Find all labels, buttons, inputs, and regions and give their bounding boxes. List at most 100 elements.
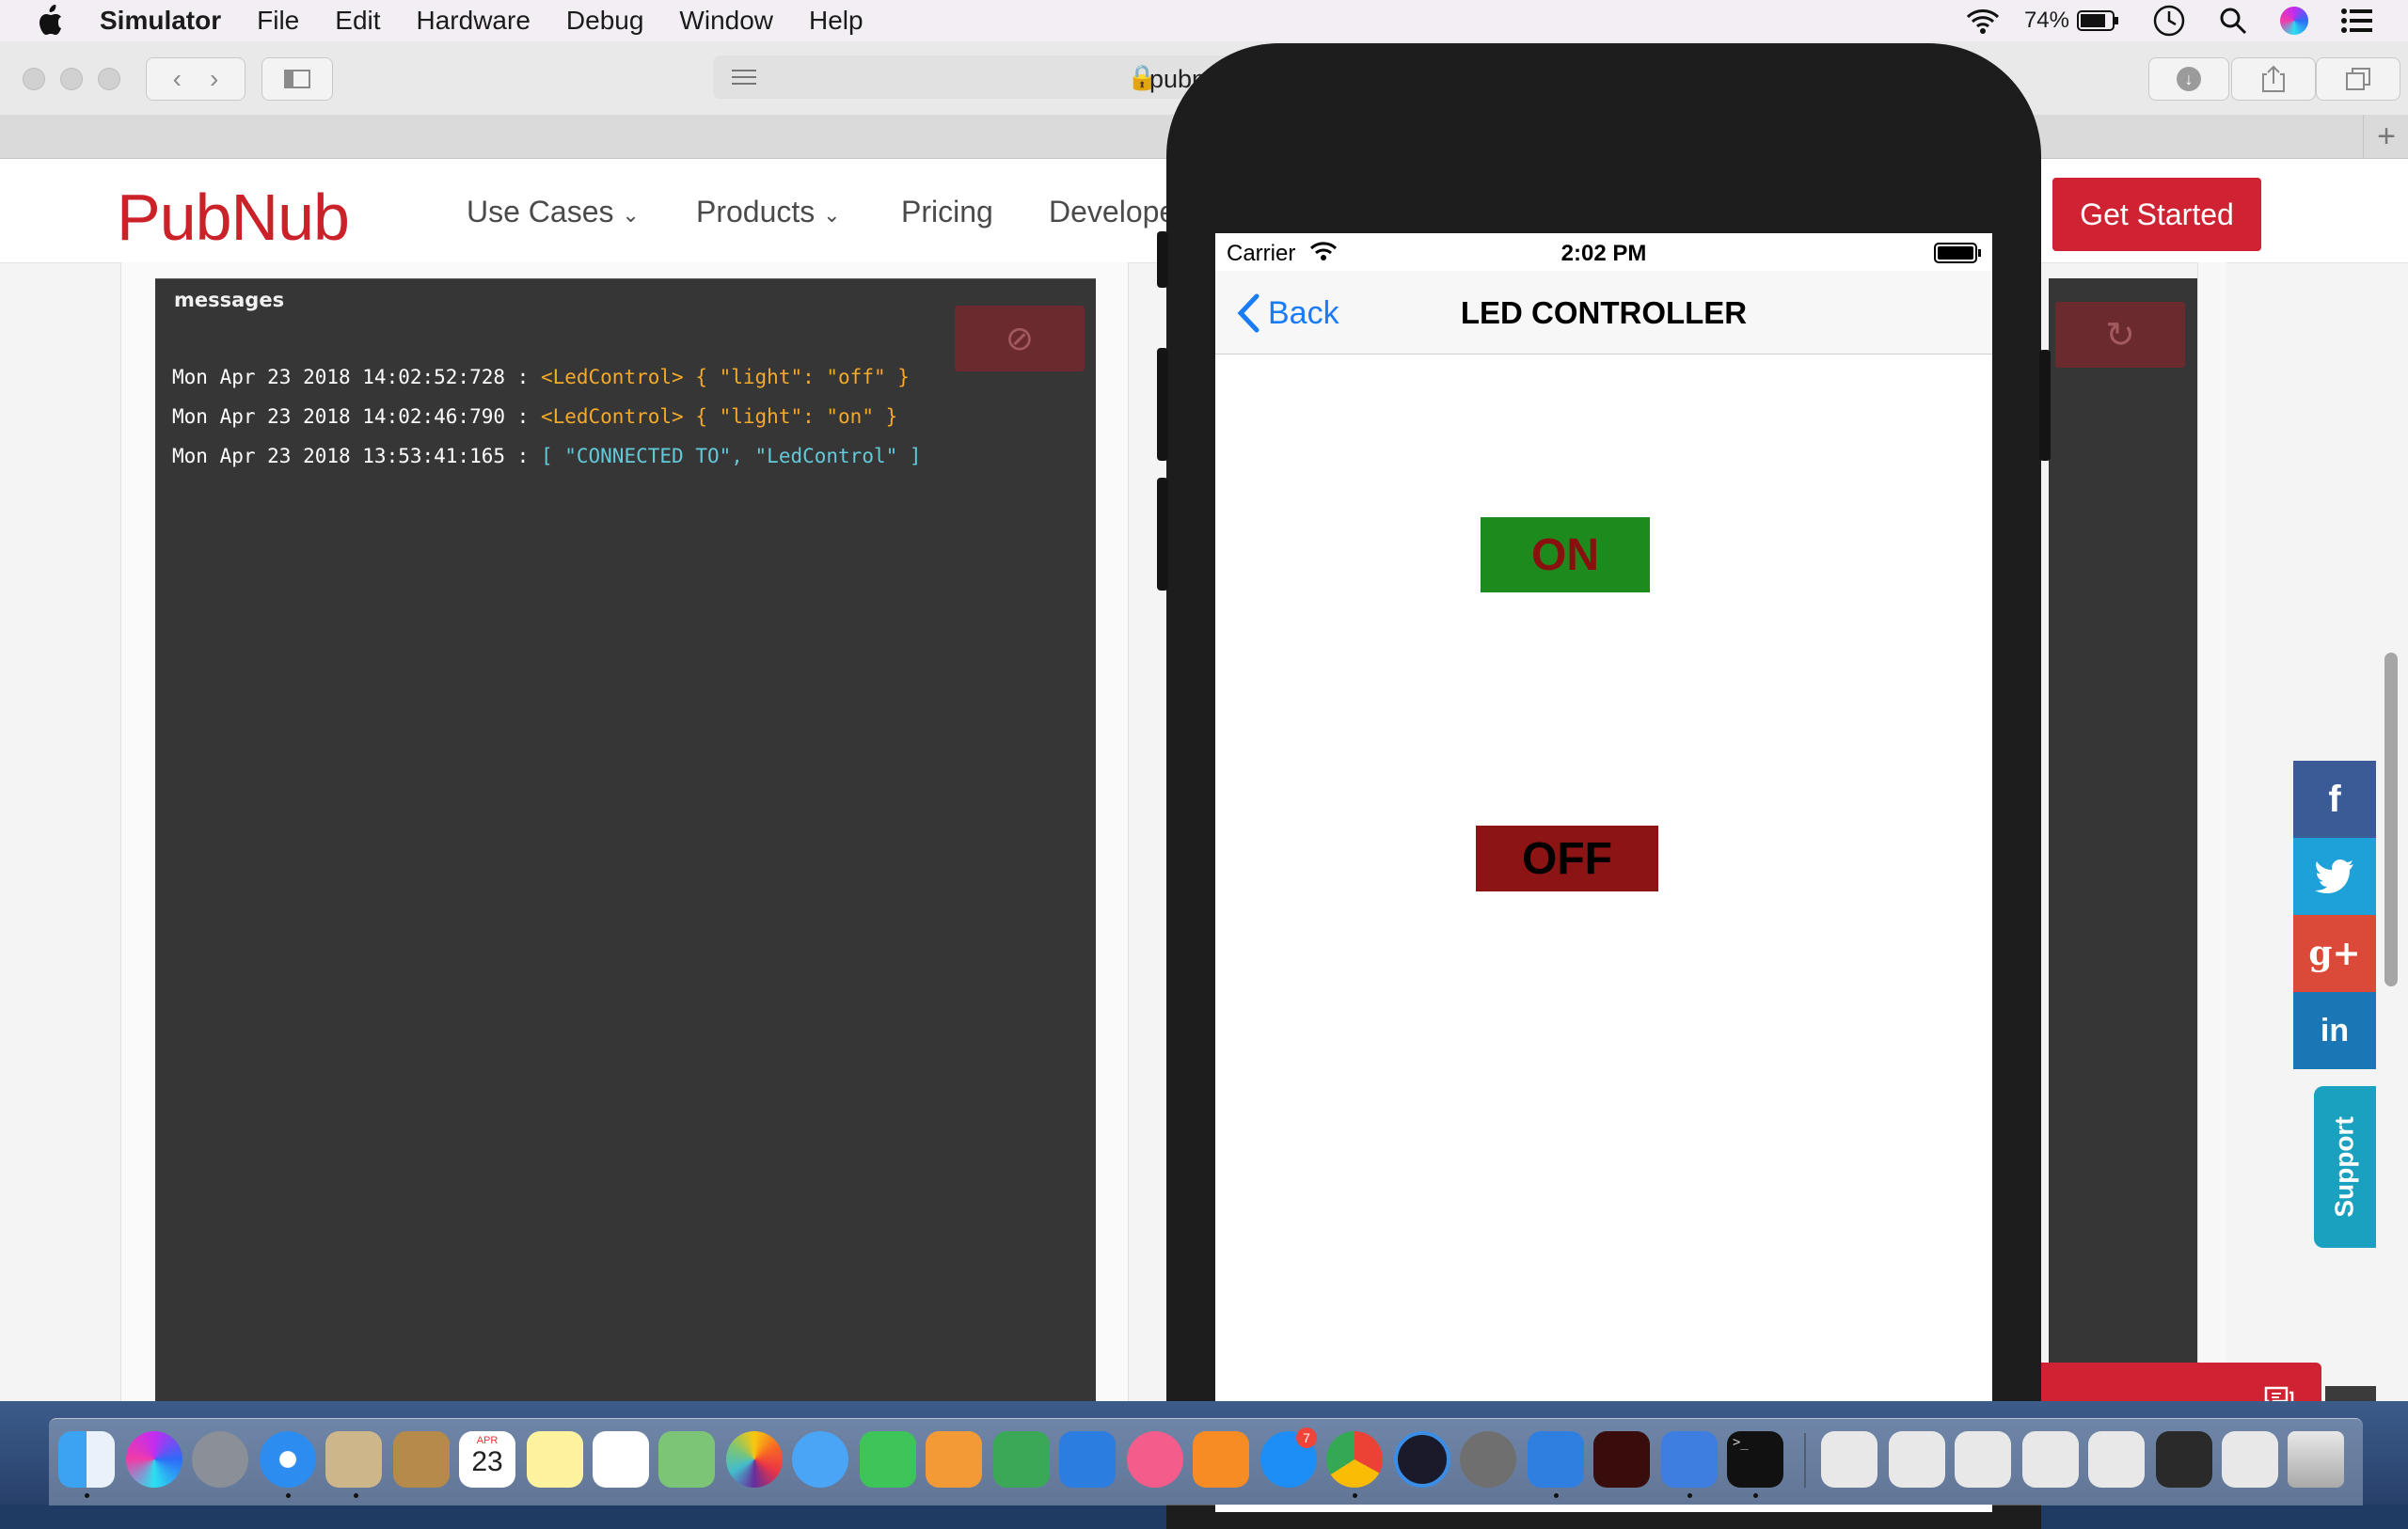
notes-icon[interactable] (527, 1431, 583, 1488)
share-button[interactable] (2231, 57, 2316, 101)
xcode-icon[interactable] (1528, 1431, 1584, 1488)
minimized-window-thumbnail[interactable] (2156, 1431, 2212, 1488)
pages-icon[interactable] (926, 1431, 982, 1488)
reminders-icon[interactable] (593, 1431, 649, 1488)
support-tab[interactable]: Support (2314, 1086, 2376, 1248)
led-on-button[interactable]: ON (1481, 517, 1650, 592)
menu-edit[interactable]: Edit (335, 6, 380, 36)
safari-dock-icon[interactable] (260, 1431, 316, 1488)
volume-up-button[interactable] (1157, 348, 1168, 461)
support-label: Support (2330, 1116, 2359, 1218)
numbers-icon[interactable] (993, 1431, 1050, 1488)
battery-icon[interactable] (2077, 9, 2120, 32)
get-started-button[interactable]: Get Started (2052, 178, 2261, 251)
minimized-window-thumbnail[interactable] (2088, 1431, 2145, 1488)
minimized-window-thumbnail[interactable] (1821, 1431, 1877, 1488)
ibooks-icon[interactable] (1193, 1431, 1249, 1488)
close-window-button[interactable] (23, 68, 45, 90)
status-menus: 74% (1932, 0, 2374, 41)
clear-messages-button[interactable]: ⊘ (955, 306, 1085, 371)
chat-icon (2264, 1386, 2294, 1401)
led-off-button[interactable]: OFF (1476, 826, 1658, 891)
twitter-share-button[interactable] (2293, 838, 2376, 915)
running-indicator (1687, 1493, 1692, 1498)
trash-icon[interactable] (2288, 1431, 2344, 1488)
menu-app-name[interactable]: Simulator (100, 6, 221, 36)
pubnub-logo[interactable]: PubNub (117, 180, 350, 255)
launchpad-icon[interactable] (192, 1431, 248, 1488)
siri-icon[interactable] (2280, 7, 2308, 35)
menu-debug[interactable]: Debug (566, 6, 644, 36)
minimized-window-thumbnail[interactable] (1955, 1431, 2011, 1488)
mail-icon[interactable] (325, 1431, 382, 1488)
minimized-window-thumbnail[interactable] (2222, 1431, 2278, 1488)
minimized-window-thumbnail[interactable] (1889, 1431, 1945, 1488)
spotlight-icon[interactable] (2218, 6, 2248, 36)
zoom-window-button[interactable] (98, 68, 120, 90)
finder-icon[interactable] (58, 1431, 115, 1488)
log-message: <LedControl> { "light": "off" } (540, 366, 910, 388)
menu-window[interactable]: Window (679, 6, 773, 36)
minimize-window-button[interactable] (60, 68, 83, 90)
messages-icon[interactable] (792, 1431, 848, 1488)
mute-switch[interactable] (1157, 231, 1168, 288)
terminal-icon[interactable]: >_ (1727, 1431, 1783, 1488)
reader-icon[interactable] (730, 68, 758, 87)
nav-pricing[interactable]: Pricing (901, 195, 993, 229)
ios-battery-icon (1934, 243, 1981, 263)
forward-arrow-icon[interactable]: › (210, 64, 218, 94)
scroll-to-top-button[interactable]: ︿ (2325, 1386, 2376, 1401)
contacts-icon[interactable] (393, 1431, 450, 1488)
time-machine-icon[interactable] (2152, 4, 2186, 38)
nav-products[interactable]: Products ⌄ (696, 195, 841, 229)
chevron-down-icon: ⌄ (622, 203, 640, 227)
apple-icon[interactable] (36, 5, 64, 37)
log-line: Mon Apr 23 2018 14:02:52:728 : <LedContr… (172, 366, 910, 388)
menu-file[interactable]: File (257, 6, 299, 36)
back-arrow-icon[interactable]: ‹ (173, 64, 182, 94)
system-preferences-icon[interactable] (1460, 1431, 1516, 1488)
tabs-overview-button[interactable] (2316, 57, 2400, 101)
pubnub-app-icon[interactable] (1593, 1431, 1650, 1488)
volume-down-button[interactable] (1157, 478, 1168, 591)
new-tab-icon[interactable]: + (2363, 115, 2408, 158)
keynote-icon[interactable] (1059, 1431, 1116, 1488)
facetime-icon[interactable] (860, 1431, 916, 1488)
messages-console: messages ⊘ Mon Apr 23 2018 14:02:52:728 … (155, 278, 1096, 1401)
siri-dock-icon[interactable] (126, 1431, 182, 1488)
photos-icon[interactable] (726, 1431, 783, 1488)
iphone-screen: Carrier 2:02 PM Back LED CONTROLLER ON O… (1215, 233, 1992, 1512)
page-scrollbar[interactable] (2384, 653, 2398, 986)
battery-percent: 74% (2023, 8, 2069, 33)
quicktime-icon[interactable] (1394, 1431, 1450, 1488)
menu-hardware[interactable]: Hardware (417, 6, 531, 36)
sidebar-icon (284, 70, 310, 88)
nav-use-cases-label: Use Cases (467, 195, 614, 229)
facebook-share-button[interactable]: f (2293, 761, 2376, 838)
maps-icon[interactable] (658, 1431, 715, 1488)
running-indicator (286, 1493, 291, 1498)
itunes-icon[interactable] (1127, 1431, 1183, 1488)
refresh-icon: ↻ (2105, 315, 2135, 355)
nav-developers[interactable]: Develope (1049, 195, 1176, 229)
sidebar-toggle-button[interactable] (261, 57, 333, 101)
running-indicator (1554, 1493, 1559, 1498)
minimized-window-thumbnail[interactable] (2022, 1431, 2079, 1488)
tabs-icon (2346, 68, 2370, 90)
downloads-button[interactable]: ↓ (2148, 57, 2229, 101)
back-forward-buttons[interactable]: ‹ › (146, 57, 246, 101)
menu-help[interactable]: Help (809, 6, 863, 36)
linkedin-share-button[interactable]: in (2293, 992, 2376, 1069)
chrome-icon[interactable] (1326, 1431, 1383, 1488)
log-line: Mon Apr 23 2018 13:53:41:165 : [ "CONNEC… (172, 445, 922, 467)
calendar-icon[interactable]: APR 23 (459, 1431, 515, 1488)
notification-center-icon[interactable] (2340, 8, 2374, 34)
chat-widget-bar[interactable] (2032, 1363, 2321, 1401)
wifi-icon[interactable] (1964, 7, 2002, 35)
google-plus-share-button[interactable]: g+ (2293, 915, 2376, 992)
power-button[interactable] (2039, 350, 2051, 461)
nav-use-cases[interactable]: Use Cases ⌄ (467, 195, 640, 229)
simulator-dock-icon[interactable] (1661, 1431, 1718, 1488)
facebook-icon: f (2328, 778, 2341, 820)
refresh-button[interactable]: ↻ (2055, 302, 2185, 368)
